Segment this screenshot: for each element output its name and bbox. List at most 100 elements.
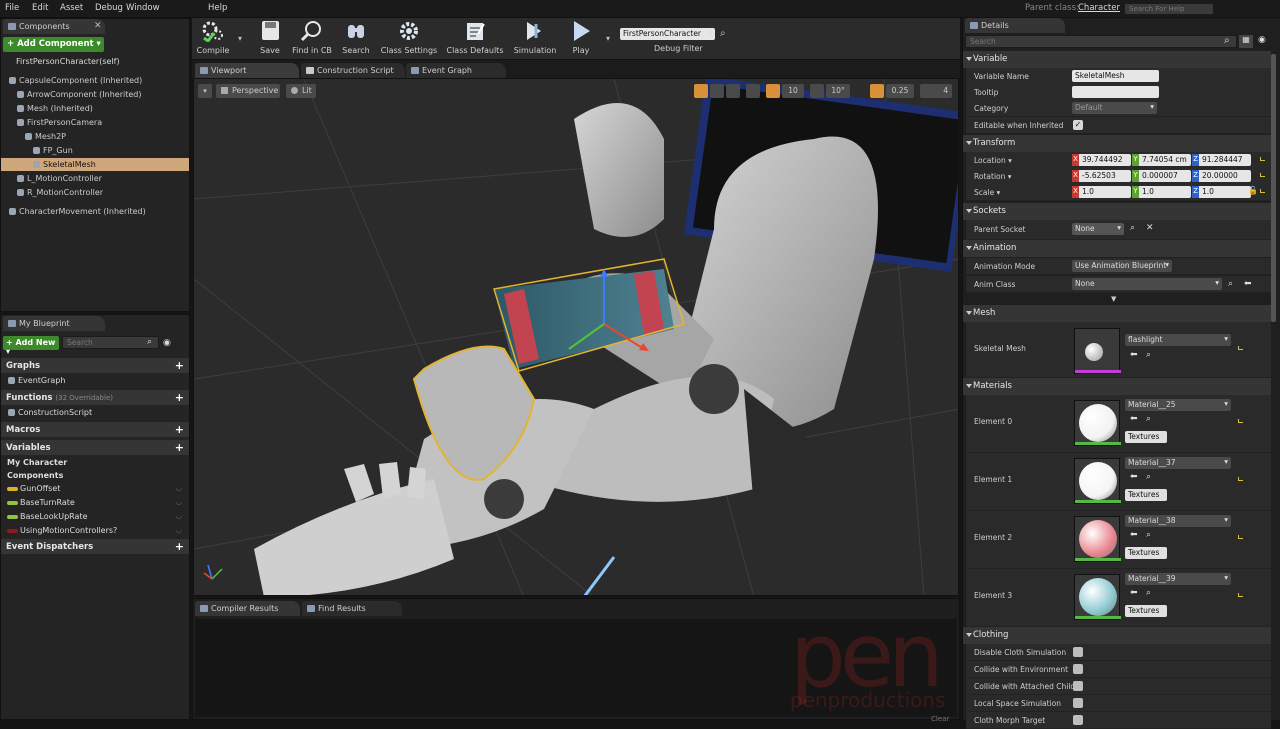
translate-icon[interactable]: [694, 84, 708, 98]
material-use-icon[interactable]: ⬅: [1130, 414, 1138, 424]
material-reset-icon[interactable]: [1238, 535, 1243, 539]
component-tree-item[interactable]: R_MotionController: [1, 186, 189, 199]
skeletal-mesh-select[interactable]: flashlight: [1125, 334, 1231, 346]
clothing-option-checkbox[interactable]: [1073, 715, 1083, 725]
clothing-option-checkbox[interactable]: [1073, 681, 1083, 691]
tab-my-blueprint[interactable]: My Blueprint: [3, 316, 105, 331]
material-select[interactable]: Material__25: [1125, 399, 1231, 411]
mesh-thumbnail[interactable]: [1074, 328, 1121, 374]
scale-label[interactable]: Scale ▾: [974, 188, 1000, 197]
clothing-option-checkbox[interactable]: [1073, 647, 1083, 657]
tab-viewport[interactable]: Viewport: [195, 63, 299, 78]
menu-file[interactable]: File: [5, 3, 19, 13]
material-use-icon[interactable]: ⬅: [1130, 472, 1138, 482]
component-tree-item[interactable]: CharacterMovement (Inherited): [1, 205, 189, 218]
textures-dropdown[interactable]: Textures: [1125, 547, 1167, 559]
visibility-eye-icon[interactable]: ◡: [176, 512, 182, 520]
material-thumbnail[interactable]: [1074, 516, 1121, 562]
add-dispatcher-icon[interactable]: +: [175, 540, 184, 553]
clothing-section[interactable]: Clothing: [963, 627, 1271, 644]
variables-section[interactable]: Variables +: [1, 440, 189, 455]
visibility-eye-icon[interactable]: ◡: [176, 526, 182, 534]
material-thumbnail[interactable]: [1074, 574, 1121, 620]
viewport[interactable]: ▾ Perspective Lit 10 10° 0.25 4: [193, 78, 959, 596]
eye-icon[interactable]: ◉: [163, 338, 171, 348]
details-scrollbar[interactable]: [1271, 54, 1276, 322]
clothing-option-checkbox[interactable]: [1073, 664, 1083, 674]
variable-item[interactable]: GunOffset ◡: [1, 482, 189, 496]
grid-snap-icon[interactable]: [766, 84, 780, 98]
component-tree-item[interactable]: CapsuleComponent (Inherited): [1, 74, 189, 87]
variable-item[interactable]: BaseTurnRate ◡: [1, 496, 189, 510]
rotation-z-input[interactable]: 20.00000: [1199, 170, 1251, 182]
class-defaults-button[interactable]: Class Defaults: [446, 20, 504, 58]
lock-icon[interactable]: 🔓: [1248, 186, 1258, 195]
compile-dropdown-icon[interactable]: ▾: [238, 34, 242, 43]
material-reset-icon[interactable]: [1238, 593, 1243, 597]
location-z-input[interactable]: 91.284447: [1199, 154, 1251, 166]
tab-components[interactable]: Components: [3, 19, 105, 34]
add-component-button[interactable]: + Add Component ▾: [3, 37, 104, 52]
add-variable-icon[interactable]: +: [175, 441, 184, 454]
location-x-input[interactable]: 39.744492: [1079, 154, 1131, 166]
simulation-button[interactable]: Simulation: [512, 20, 558, 58]
event-dispatchers-section[interactable]: Event Dispatchers +: [1, 539, 189, 554]
material-reset-icon[interactable]: [1238, 419, 1243, 423]
tab-details[interactable]: Details: [965, 18, 1065, 33]
clothing-option-checkbox[interactable]: [1073, 698, 1083, 708]
socket-search-icon[interactable]: ⌕: [1130, 223, 1135, 233]
component-tree-item[interactable]: L_MotionController: [1, 172, 189, 185]
textures-dropdown[interactable]: Textures: [1125, 489, 1167, 501]
find-in-cb-button[interactable]: Find in CB: [290, 20, 334, 58]
save-button[interactable]: Save: [254, 20, 286, 58]
tab-compiler-results[interactable]: Compiler Results: [195, 601, 300, 616]
tab-event-graph[interactable]: Event Graph: [406, 63, 506, 78]
anim-class-select[interactable]: None: [1072, 278, 1222, 290]
macros-section[interactable]: Macros +: [1, 422, 189, 437]
anim-class-use-icon[interactable]: ⬅: [1244, 279, 1252, 289]
viewport-options-button[interactable]: ▾: [198, 84, 212, 98]
clear-button[interactable]: Clear: [931, 715, 949, 723]
component-tree-item[interactable]: ArrowComponent (Inherited): [1, 88, 189, 101]
transform-section[interactable]: Transform: [963, 135, 1271, 152]
details-search-input[interactable]: Search: [965, 35, 1237, 48]
property-matrix-icon[interactable]: ▦: [1239, 35, 1253, 48]
variable-item[interactable]: UsingMotionControllers? ◡: [1, 524, 189, 538]
transform-reset-icon[interactable]: [1260, 157, 1265, 161]
material-select[interactable]: Material__39: [1125, 573, 1231, 585]
graphs-section[interactable]: Graphs +: [1, 358, 189, 373]
parent-socket-select[interactable]: None: [1072, 223, 1124, 235]
menu-asset[interactable]: Asset: [60, 3, 83, 13]
blueprint-search-input[interactable]: Search: [62, 336, 159, 349]
component-tree-item[interactable]: Mesh2P: [1, 130, 189, 143]
add-new-button[interactable]: + Add New ▾: [3, 336, 59, 356]
mesh-use-icon[interactable]: ⬅: [1130, 350, 1138, 360]
anim-class-search-icon[interactable]: ⌕: [1228, 279, 1233, 289]
textures-dropdown[interactable]: Textures: [1125, 605, 1167, 617]
variable-item[interactable]: BaseLookUpRate ◡: [1, 510, 189, 524]
mesh-section[interactable]: Mesh: [963, 305, 1271, 322]
material-browse-icon[interactable]: ⌕: [1146, 472, 1151, 482]
sockets-section[interactable]: Sockets: [963, 203, 1271, 220]
material-thumbnail[interactable]: [1074, 400, 1121, 446]
materials-section[interactable]: Materials: [963, 378, 1271, 395]
component-tree-item[interactable]: Mesh (Inherited): [1, 102, 189, 115]
variable-section[interactable]: Variable: [963, 51, 1271, 68]
rotate-icon[interactable]: [710, 84, 724, 98]
class-settings-button[interactable]: Class Settings: [380, 20, 438, 58]
material-browse-icon[interactable]: ⌕: [1146, 588, 1151, 598]
self-component[interactable]: FirstPersonCharacter(self): [16, 57, 120, 66]
rotation-y-input[interactable]: 0.000007: [1139, 170, 1191, 182]
material-select[interactable]: Material__37: [1125, 457, 1231, 469]
tab-find-results[interactable]: Find Results: [302, 601, 402, 616]
category-select[interactable]: Default: [1072, 102, 1157, 114]
mesh-browse-icon[interactable]: ⌕: [1146, 350, 1151, 360]
close-icon[interactable]: ✕: [94, 21, 102, 31]
play-dropdown-icon[interactable]: ▾: [606, 34, 610, 43]
search-button[interactable]: Search: [340, 20, 372, 58]
material-browse-icon[interactable]: ⌕: [1146, 530, 1151, 540]
transform-reset-icon[interactable]: [1260, 189, 1265, 193]
debug-search-icon[interactable]: ⌕: [720, 28, 726, 39]
tab-construction-script[interactable]: Construction Script: [301, 63, 405, 78]
material-use-icon[interactable]: ⬅: [1130, 588, 1138, 598]
